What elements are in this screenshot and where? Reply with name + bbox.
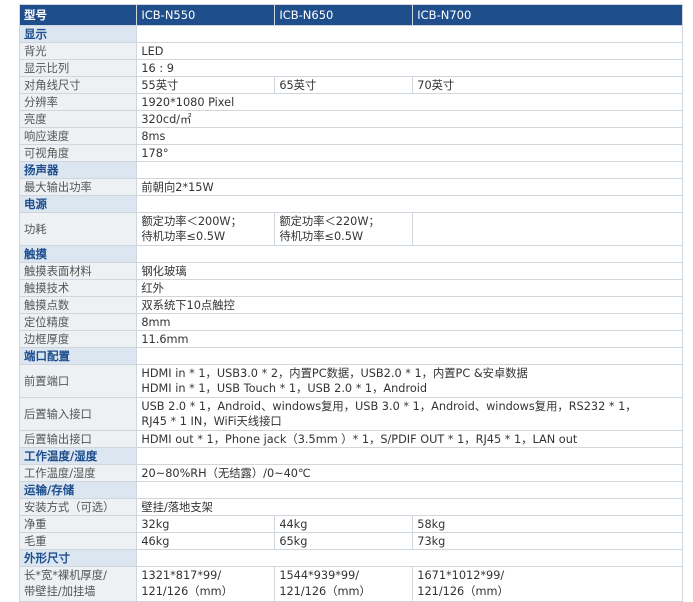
section-transport: 运输/存储: [18, 481, 138, 499]
label-backlight: 背光: [18, 42, 138, 60]
value-net-weight-n550: 32kg: [136, 515, 276, 533]
section-dimensions: 外形尺寸: [18, 549, 138, 567]
value-net-weight-n650: 44kg: [274, 515, 414, 533]
table-row: 可视角度 178°: [18, 144, 683, 162]
value-dimensions-n700: 1671*1012*99/121/126（mm）: [412, 566, 683, 602]
section-power: 电源: [18, 195, 138, 213]
section-row: 扬声器: [18, 161, 683, 179]
section-row: 显示: [18, 25, 683, 43]
value-dimensions-n550: 1321*817*99/121/126（mm）: [136, 566, 276, 602]
table-row: 对角线尺寸 55英寸 65英寸 70英寸: [18, 76, 683, 94]
table-row: 触摸技术 红外: [18, 279, 683, 297]
section-ports: 端口配置: [18, 347, 138, 365]
value-diagonal-n700: 70英寸: [412, 76, 683, 94]
label-response: 响应速度: [18, 127, 138, 145]
header-row: 型号 ICB-N550 ICB-N650 ICB-N700: [18, 4, 683, 26]
label-ratio: 显示比列: [18, 59, 138, 77]
value-response: 8ms: [136, 127, 683, 145]
section-row: 触摸: [18, 245, 683, 263]
table-row: 净重 32kg 44kg 58kg: [18, 515, 683, 533]
value-resolution: 1920*1080 Pixel: [136, 93, 683, 111]
table-row: 最大输出功率 前朝向2*15W: [18, 178, 683, 196]
table-row: 触摸点数 双系统下10点触控: [18, 296, 683, 314]
table-row: 后置输入接口 USB 2.0 * 1，Android、windows复用，USB…: [18, 397, 683, 431]
label-precision: 定位精度: [18, 313, 138, 331]
value-dimensions-n650: 1544*939*99/121/126（mm）: [274, 566, 414, 602]
value-temperature: 20~80%RH（无结露）/0~40℃: [136, 464, 683, 482]
label-temperature: 工作温度/湿度: [18, 464, 138, 482]
table-row: 亮度 320cd/㎡: [18, 110, 683, 128]
label-brightness: 亮度: [18, 110, 138, 128]
table-row: 后置输出接口 HDMI out * 1，Phone jack（3.5mm ）* 1…: [18, 430, 683, 448]
value-rear-input: USB 2.0 * 1，Android、windows复用，USB 3.0 * …: [136, 397, 683, 431]
value-consumption-n700: [412, 212, 683, 246]
value-ratio: 16 : 9: [136, 59, 683, 77]
table-row: 工作温度/湿度 20~80%RH（无结露）/0~40℃: [18, 464, 683, 482]
table-row: 响应速度 8ms: [18, 127, 683, 145]
label-front-ports: 前置端口: [18, 364, 138, 398]
table-row: 触摸表面材料 钢化玻璃: [18, 262, 683, 280]
value-tech: 红外: [136, 279, 683, 297]
section-temperature: 工作温度/湿度: [18, 447, 138, 465]
value-bezel: 11.6mm: [136, 330, 683, 348]
label-consumption: 功耗: [18, 212, 138, 246]
header-model: 型号: [18, 4, 138, 26]
label-rear-input: 后置输入接口: [18, 397, 138, 431]
section-row: 电源: [18, 195, 683, 213]
value-diagonal-n650: 65英寸: [274, 76, 414, 94]
value-consumption-n550: 额定功率＜200W； 待机功率≤0.5W: [136, 212, 276, 246]
section-row: 运输/存储: [18, 481, 683, 499]
label-bezel: 边框厚度: [18, 330, 138, 348]
label-rear-output: 后置输出接口: [18, 430, 138, 448]
label-surface: 触摸表面材料: [18, 262, 138, 280]
value-mount: 壁挂/落地支架: [136, 498, 683, 516]
value-points: 双系统下10点触控: [136, 296, 683, 314]
value-output-power: 前朝向2*15W: [136, 178, 683, 196]
value-rear-output: HDMI out * 1，Phone jack（3.5mm ）* 1，S/PDI…: [136, 430, 683, 448]
section-touch: 触摸: [18, 245, 138, 263]
value-gross-weight-n550: 46kg: [136, 532, 276, 550]
header-n550: ICB-N550: [136, 4, 276, 26]
label-diagonal: 对角线尺寸: [18, 76, 138, 94]
table-row: 功耗 额定功率＜200W； 待机功率≤0.5W 额定功率＜220W； 待机功率≤0.…: [18, 212, 683, 246]
value-gross-weight-n700: 73kg: [412, 532, 683, 550]
label-gross-weight: 毛重: [18, 532, 138, 550]
value-diagonal-n550: 55英寸: [136, 76, 276, 94]
table-row: 显示比列 16 : 9: [18, 59, 683, 77]
table-row: 定位精度 8mm: [18, 313, 683, 331]
label-mount: 安装方式（可选）: [18, 498, 138, 516]
table-row: 安装方式（可选） 壁挂/落地支架: [18, 498, 683, 516]
table-row: 边框厚度 11.6mm: [18, 330, 683, 348]
table-row: 前置端口 HDMI in * 1，USB3.0 * 2，内置PC数据，USB2.…: [18, 364, 683, 398]
value-brightness: 320cd/㎡: [136, 110, 683, 128]
label-resolution: 分辨率: [18, 93, 138, 111]
value-precision: 8mm: [136, 313, 683, 331]
table-row: 背光 LED: [18, 42, 683, 60]
label-net-weight: 净重: [18, 515, 138, 533]
label-dimensions: 长*宽*裸机厚度/带壁挂/加挂墙: [18, 566, 138, 602]
header-n650: ICB-N650: [274, 4, 414, 26]
value-backlight: LED: [136, 42, 683, 60]
section-speaker: 扬声器: [18, 161, 138, 179]
section-row: 工作温度/湿度: [18, 447, 683, 465]
label-points: 触摸点数: [18, 296, 138, 314]
label-output-power: 最大输出功率: [18, 178, 138, 196]
value-gross-weight-n650: 65kg: [274, 532, 414, 550]
label-tech: 触摸技术: [18, 279, 138, 297]
value-front-ports: HDMI in * 1，USB3.0 * 2，内置PC数据，USB2.0 * 1…: [136, 364, 683, 398]
table-row: 长*宽*裸机厚度/带壁挂/加挂墙 1321*817*99/121/126（mm）…: [18, 566, 683, 602]
section-display: 显示: [18, 25, 138, 43]
value-net-weight-n700: 58kg: [412, 515, 683, 533]
spec-table: 型号 ICB-N550 ICB-N650 ICB-N700 显示 背光 LED 显…: [18, 4, 683, 602]
table-row: 毛重 46kg 65kg 73kg: [18, 532, 683, 550]
value-angle: 178°: [136, 144, 683, 162]
label-angle: 可视角度: [18, 144, 138, 162]
header-n700: ICB-N700: [412, 4, 683, 26]
section-row: 端口配置: [18, 347, 683, 365]
section-row: 外形尺寸: [18, 549, 683, 567]
table-row: 分辨率 1920*1080 Pixel: [18, 93, 683, 111]
value-consumption-n650: 额定功率＜220W； 待机功率≤0.5W: [274, 212, 414, 246]
value-surface: 钢化玻璃: [136, 262, 683, 280]
